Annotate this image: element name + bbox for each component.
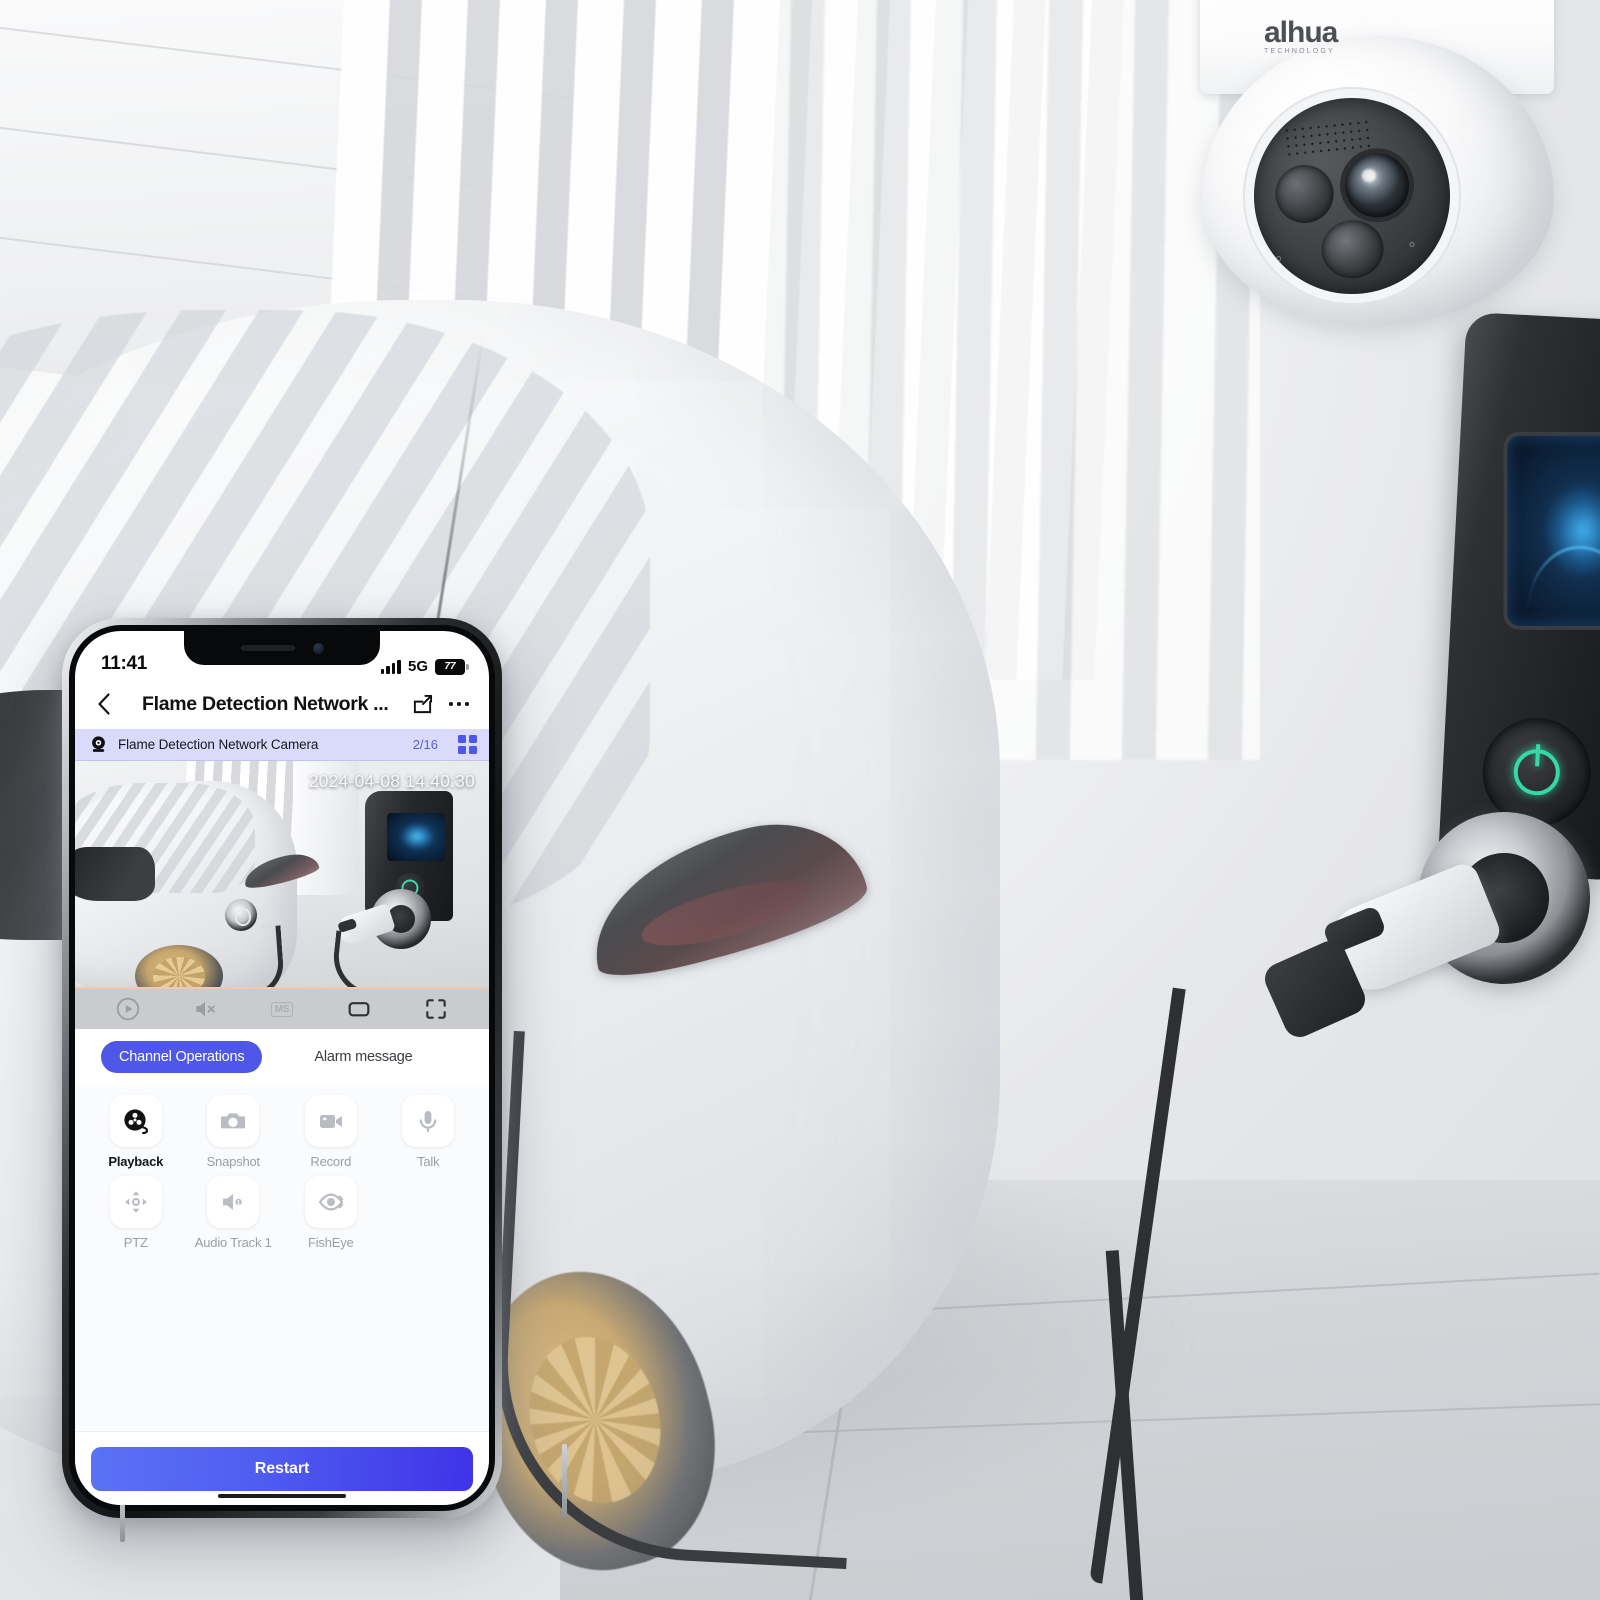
camera-dome-icon xyxy=(92,736,105,752)
action-talk[interactable]: Talk xyxy=(380,1095,478,1170)
share-external-icon[interactable] xyxy=(412,694,433,715)
battery-icon: 77 xyxy=(435,658,469,675)
camera-lens-icon xyxy=(1341,150,1413,221)
video-timestamp: 2024-04-08 14:40:30 xyxy=(308,771,475,791)
channel-bar[interactable]: Flame Detection Network Camera 2/16 xyxy=(75,729,489,761)
phone-screen: 11:41 5G 77 Flame Detection Network ... xyxy=(75,631,489,1505)
smartphone-device: 11:41 5G 77 Flame Detection Network ... xyxy=(62,618,567,1542)
directional-pad-icon xyxy=(124,1191,147,1214)
status-time: 11:41 xyxy=(101,653,148,674)
tab-alarm-message[interactable]: Alarm message xyxy=(314,1049,412,1065)
fisheye-eye-icon xyxy=(318,1193,344,1211)
action-label: Talk xyxy=(417,1154,440,1169)
action-label: FishEye xyxy=(307,1235,354,1251)
action-label: Record xyxy=(310,1154,352,1169)
audio-track-icon-box: 1 xyxy=(207,1176,260,1229)
action-label: Audio Track 1 xyxy=(194,1235,272,1251)
action-audio-track[interactable]: 1 Audio Track 1 xyxy=(185,1176,283,1251)
signal-bars-icon xyxy=(380,659,401,674)
action-playback[interactable]: Playback xyxy=(87,1095,185,1170)
channel-name: Flame Detection Network Camera xyxy=(118,737,319,752)
front-camera-icon xyxy=(312,642,324,654)
camera-brand-logo: alhua TECHNOLOGY xyxy=(1264,16,1434,55)
power-icon xyxy=(1512,748,1561,797)
microphone-icon xyxy=(419,1111,437,1133)
speaker-muted-icon xyxy=(196,1001,215,1017)
snapshot-icon-box xyxy=(207,1095,260,1147)
ir-illuminator-secondary-icon xyxy=(1318,217,1387,282)
speaker-grille-icon xyxy=(1282,117,1372,161)
video-car-cable xyxy=(232,925,286,987)
action-ptz[interactable]: PTZ xyxy=(87,1176,185,1251)
mute-button[interactable] xyxy=(192,996,218,1022)
page-title: Flame Detection Network ... xyxy=(141,692,389,715)
power-button[interactable] xyxy=(562,1444,567,1518)
brand-text: alhua xyxy=(1264,16,1338,49)
play-circle-icon xyxy=(116,997,139,1021)
header-actions xyxy=(412,694,472,715)
play-button[interactable] xyxy=(115,996,141,1022)
playback-icon-box xyxy=(109,1095,162,1147)
video-car-window xyxy=(75,847,155,901)
tab-channel-operations[interactable]: Channel Operations xyxy=(101,1041,263,1073)
action-fisheye[interactable]: FishEye xyxy=(282,1176,380,1251)
video-charger-display xyxy=(387,813,445,861)
stream-quality-button[interactable]: MS xyxy=(269,996,295,1022)
home-indicator[interactable] xyxy=(218,1494,346,1498)
speaker-wave-icon: 1 xyxy=(223,1194,243,1211)
network-type-label: 5G xyxy=(407,658,428,675)
record-icon-box xyxy=(304,1095,357,1147)
ev-charger-unit xyxy=(1437,311,1600,881)
restart-button[interactable]: Restart xyxy=(91,1446,473,1491)
action-empty-slot xyxy=(380,1176,478,1251)
brand-subtext: TECHNOLOGY xyxy=(1264,48,1336,55)
photo-camera-icon xyxy=(221,1113,246,1129)
ir-illuminator-icon xyxy=(1272,162,1337,226)
action-label: Playback xyxy=(108,1154,164,1169)
rounded-rect-icon xyxy=(348,1002,370,1017)
more-horizontal-icon[interactable] xyxy=(447,701,472,707)
action-label: PTZ xyxy=(123,1235,148,1251)
action-snapshot[interactable]: Snapshot xyxy=(185,1095,283,1170)
video-car-charge-port xyxy=(225,899,257,931)
charger-display xyxy=(1507,435,1600,626)
app-header: Flame Detection Network ... xyxy=(75,679,489,729)
earpiece-speaker-icon xyxy=(240,645,295,651)
phone-notch xyxy=(184,631,380,665)
car-charging-cable xyxy=(486,1030,874,1570)
video-preview[interactable]: 2024-04-08 14:40:30 xyxy=(75,761,489,989)
ms-label-icon: MS xyxy=(270,1001,294,1017)
back-button[interactable] xyxy=(89,689,119,719)
fullscreen-button[interactable] xyxy=(423,996,449,1022)
fisheye-icon-box xyxy=(304,1176,357,1229)
video-camera-icon xyxy=(319,1115,342,1128)
channel-operations-panel: Playback Snapshot Record Talk PTZ 1 Audi… xyxy=(75,1085,489,1431)
chevron-left-icon xyxy=(98,693,110,715)
ptz-icon-box xyxy=(109,1176,162,1229)
action-record[interactable]: Record xyxy=(282,1095,380,1170)
video-control-bar: MS xyxy=(75,989,489,1029)
dahua-camera: alhua TECHNOLOGY xyxy=(1178,0,1598,326)
status-indicators: 5G 77 xyxy=(380,658,469,675)
action-grid: Playback Snapshot Record Talk PTZ 1 Audi… xyxy=(75,1095,489,1252)
charger-display-arc xyxy=(1528,546,1600,611)
tab-bar: Channel Operations Alarm message xyxy=(75,1029,489,1085)
expand-corners-icon xyxy=(426,999,447,1019)
channel-count: 2/16 xyxy=(412,737,438,752)
battery-level-label: 77 xyxy=(444,661,456,672)
film-reel-icon xyxy=(124,1109,148,1135)
charger-cable-lower xyxy=(1105,1230,1435,1600)
phone-bezel: 11:41 5G 77 Flame Detection Network ... xyxy=(69,625,495,1511)
talk-icon-box xyxy=(402,1095,455,1147)
grid-four-icon[interactable] xyxy=(458,735,477,754)
aspect-ratio-button[interactable] xyxy=(346,996,372,1022)
action-label: Snapshot xyxy=(206,1154,261,1169)
